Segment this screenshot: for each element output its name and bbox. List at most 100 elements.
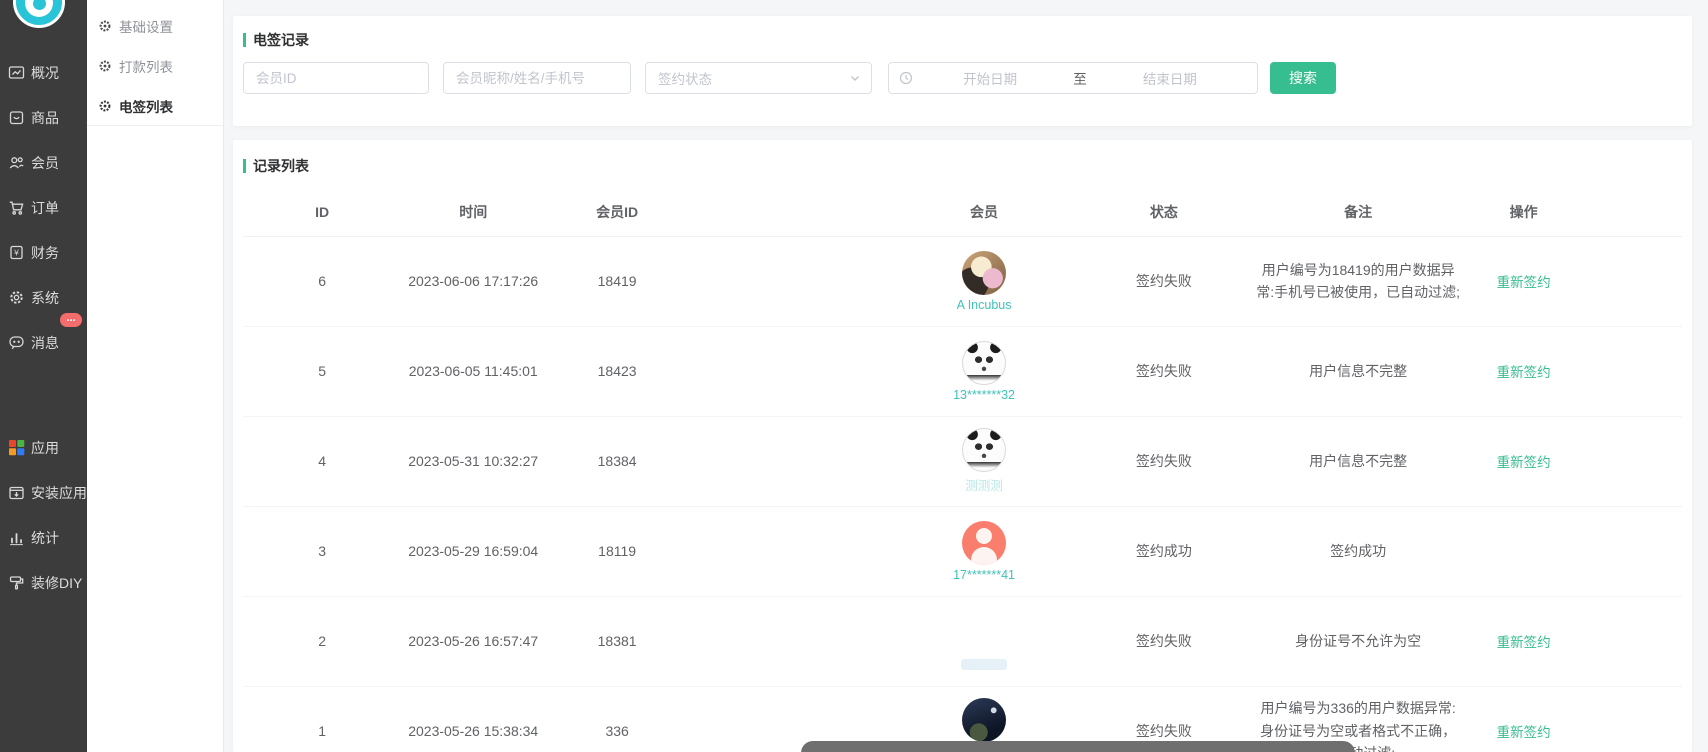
sidebar-item-orders[interactable]: 订单 [0,185,87,230]
member-keyword-input[interactable] [443,62,631,94]
member-name[interactable]: 13*******32 [953,388,1015,402]
record-member-cell: 13*******32 [891,326,1078,416]
submenu-item-payment-list[interactable]: 打款列表 [87,46,223,86]
svg-text:¥: ¥ [13,248,19,258]
install-apps-icon [8,484,25,501]
sidebar-item-label: 订单 [31,198,59,218]
clock-icon [899,71,913,85]
avatar[interactable] [962,428,1006,472]
record-time-cell: 2023-05-29 16:59:04 [401,506,545,596]
table-header-row: ID 时间 会员ID 会员 状态 备注 操作 [243,188,1682,236]
table-row: 5 2023-06-05 11:45:01 18423 13*******32 … [243,326,1682,416]
spacer-cell [689,416,890,506]
sidebar-item-label: 应用 [31,438,59,458]
submenu-item-esign-list[interactable]: 电签列表 [87,86,223,126]
submenu-item-basic-settings[interactable]: 基础设置 [87,6,223,46]
page-title: 电签记录 [253,30,309,50]
spacer-cell [1581,596,1682,686]
records-card-title: 记录列表 [243,156,1682,176]
sign-status-select[interactable]: 签约状态 [645,62,872,94]
sidebar-item-goods[interactable]: 商品 [0,95,87,140]
record-status-cell: 签约失败 [1078,596,1251,686]
record-id-cell: 1 [243,686,401,752]
sidebar-item-messages[interactable]: 消息 ... [0,320,87,365]
record-member-cell [891,596,1078,686]
spacer-cell [1581,416,1682,506]
spacer-cell [689,506,890,596]
record-status-cell: 签约成功 [1078,506,1251,596]
resign-action[interactable]: 重新签约 [1497,455,1551,470]
sidebar-item-label: 系统 [31,288,59,308]
record-action-cell: 重新签约 [1466,686,1581,752]
resign-action[interactable]: 重新签约 [1497,275,1551,290]
record-member-cell: 17*******41 [891,506,1078,596]
sidebar-item-stats[interactable]: 统计 [0,515,87,560]
member-profile-link[interactable]: 17*******41 [891,521,1078,582]
search-button[interactable]: 搜索 [1270,62,1336,94]
record-action-cell: 重新签约 [1466,596,1581,686]
records-title: 记录列表 [253,156,309,176]
member-profile-link[interactable]: 测测测 [891,428,1078,494]
system-icon [8,289,25,306]
records-card: 记录列表 ID 时间 会员ID 会员 状态 备注 操作 [233,140,1692,752]
avatar[interactable] [962,341,1006,385]
date-range-picker[interactable]: 开始日期 至 结束日期 [888,62,1258,94]
sidebar-item-overview[interactable]: 概况 [0,50,87,95]
sign-status-placeholder: 签约状态 [658,68,849,88]
logo-wrap [0,0,87,36]
col-header-member: 会员 [891,188,1078,236]
avatar[interactable] [962,698,1006,742]
spacer-cell [1581,686,1682,752]
sidebar-item-label: 财务 [31,243,59,263]
record-action-cell: 重新签约 [1466,416,1581,506]
record-action-cell: 重新签约 [1466,236,1581,326]
sidebar-item-label: 商品 [31,108,59,128]
col-header-spacer [1581,188,1682,236]
members-icon [8,154,25,171]
gear-icon [98,99,112,113]
spacer-cell [689,236,890,326]
record-time-cell: 2023-05-31 10:32:27 [401,416,545,506]
record-remark-cell: 身份证号不允许为空 [1250,596,1466,686]
member-id-input[interactable] [243,62,429,94]
member-name[interactable]: A Incubus [957,298,1012,312]
records-table-body: 6 2023-06-06 17:17:26 18419 A Incubus 签约… [243,236,1682,752]
sidebar-item-finance[interactable]: ¥ 财务 [0,230,87,275]
resign-action[interactable]: 重新签约 [1497,725,1551,740]
member-name[interactable]: 17*******41 [953,568,1015,582]
record-action-cell [1466,506,1581,596]
avatar[interactable] [962,251,1006,295]
record-time-cell: 2023-06-05 11:45:01 [401,326,545,416]
member-profile-link[interactable] [891,612,1078,670]
table-row: 4 2023-05-31 10:32:27 18384 测测测 签约失败 用户信… [243,416,1682,506]
brand-logo[interactable] [13,0,65,28]
secondary-sidebar: 基础设置 打款列表 电签列表 [87,0,224,752]
decorate-diy-icon [8,574,25,591]
record-id-cell: 4 [243,416,401,506]
primary-sidebar: 概况 商品 会员 订单 ¥ 财务 系统 [0,0,87,752]
sidebar-item-members[interactable]: 会员 [0,140,87,185]
sidebar-item-decorate-diy[interactable]: 装修DIY [0,560,87,605]
member-profile-link[interactable]: A Incubus [891,251,1078,312]
avatar[interactable] [962,521,1006,565]
member-name[interactable]: 测测测 [965,475,1003,494]
date-separator: 至 [1067,68,1093,88]
record-remark-cell: 用户信息不完整 [1250,416,1466,506]
member-profile-link[interactable]: 13*******32 [891,341,1078,402]
member-name[interactable] [961,659,1007,670]
record-member-id-cell: 18381 [545,596,689,686]
chevron-down-icon [849,72,861,84]
record-remark-cell: 用户编号为18419的用户数据异常:手机号已被使用，已自动过滤; [1250,236,1466,326]
finance-icon: ¥ [8,244,25,261]
resign-action[interactable]: 重新签约 [1497,635,1551,650]
record-member-id-cell: 18384 [545,416,689,506]
record-action-cell: 重新签约 [1466,326,1581,416]
record-member-id-cell: 18419 [545,236,689,326]
resign-action[interactable]: 重新签约 [1497,365,1551,380]
col-header-id: ID [243,188,401,236]
sidebar-item-apps[interactable]: 应用 [0,425,87,470]
sidebar-item-install-apps[interactable]: 安装应用 [0,470,87,515]
submenu-item-label: 基础设置 [119,16,173,36]
spacer-cell [1581,236,1682,326]
avatar[interactable] [962,612,1006,656]
